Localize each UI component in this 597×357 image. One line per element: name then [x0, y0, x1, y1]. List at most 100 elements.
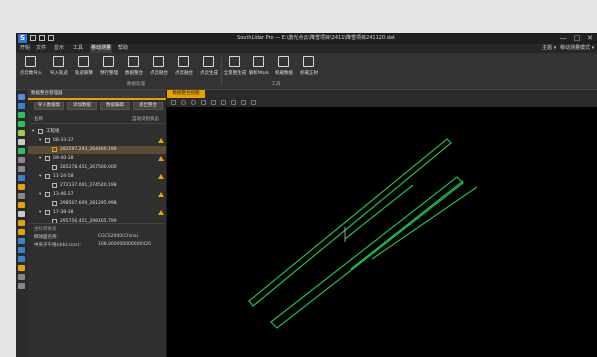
checkbox[interactable] — [45, 138, 50, 143]
shape-icon[interactable] — [18, 175, 25, 181]
region-icon[interactable] — [18, 229, 25, 235]
tab-viewer[interactable]: 数据整合视图 — [167, 90, 205, 98]
dataset-group[interactable]: ▾ 11-24-58 — [28, 173, 166, 181]
expand-arrow-icon[interactable]: ▾ — [39, 137, 41, 145]
document-icon[interactable] — [18, 211, 25, 217]
import-trajectory-button[interactable]: 导入轨迹 — [48, 55, 70, 79]
pointcloud-generate-button[interactable]: 点云生成 — [198, 55, 220, 79]
airborne-ortho-button[interactable]: 机载正射 — [298, 55, 320, 79]
edit-icon[interactable] — [18, 157, 25, 163]
expand-arrow-icon[interactable]: ▾ — [39, 173, 41, 181]
trajectory-line-3 — [350, 180, 464, 270]
checkbox[interactable] — [45, 174, 50, 179]
add-data-button[interactable]: 添加数据 — [67, 102, 97, 110]
save-icon[interactable] — [30, 35, 36, 41]
pencil-icon[interactable] — [171, 100, 176, 105]
checkbox[interactable] — [38, 129, 43, 134]
zoom-icon[interactable] — [201, 100, 206, 105]
chart-icon[interactable] — [18, 220, 25, 226]
checkbox[interactable] — [52, 201, 57, 206]
help-icon[interactable] — [18, 283, 25, 289]
fit-icon[interactable] — [241, 100, 246, 105]
model-icon[interactable] — [18, 265, 25, 271]
trajectory-solve-button[interactable]: 轨迹解算 — [73, 55, 95, 79]
layer-icon[interactable] — [18, 94, 25, 100]
parse-mark-button[interactable]: 解析Mark — [248, 55, 270, 79]
menu-start[interactable]: 开始 — [18, 44, 32, 53]
measure-icon[interactable] — [18, 112, 25, 118]
mode-dropdown[interactable]: 移动测量模式 ▾ — [560, 44, 594, 53]
title-bar: S SouthLidar Pro — E:\激光点云\降雪项目\2411\降雪项… — [16, 33, 597, 44]
trajectory-line-5 — [344, 184, 414, 240]
image-icon[interactable] — [18, 193, 25, 199]
menu-file[interactable]: 文件 — [34, 44, 48, 53]
checkbox[interactable] — [52, 165, 57, 170]
menu-display[interactable]: 显示 — [52, 44, 66, 53]
close-button[interactable]: ✕ — [583, 33, 597, 44]
pre-arrange-button[interactable]: 预行整理 — [98, 55, 120, 79]
app-logo: S — [18, 34, 27, 43]
filter-icon[interactable] — [18, 130, 25, 136]
expand-arrow-icon[interactable]: ▾ — [32, 128, 34, 136]
warning-icon — [158, 210, 164, 215]
tree-label: 11-24-58 — [53, 174, 74, 179]
checkbox[interactable] — [45, 156, 50, 161]
dataset-group[interactable]: ▾ 工程组 — [28, 128, 166, 136]
dataset-group[interactable]: ▾ 09-40-38 — [28, 155, 166, 163]
mesh-icon[interactable] — [18, 247, 25, 253]
tree-label: 282597.293_264460.198 — [60, 147, 117, 152]
edit-data-button[interactable]: 数据编辑 — [100, 102, 130, 110]
settings-icon[interactable] — [18, 274, 25, 280]
dataset-group[interactable]: ▾ 13-46-27 — [28, 191, 166, 199]
checkbox[interactable] — [52, 147, 57, 152]
select-circle-icon[interactable] — [181, 100, 186, 105]
grid-icon[interactable] — [18, 238, 25, 244]
theme-dropdown[interactable]: 主题 ▾ — [542, 44, 556, 53]
menu-help[interactable]: 帮助 — [116, 44, 130, 53]
pointcloud-fusion-button[interactable]: 点云融合 — [148, 55, 170, 79]
expand-arrow-icon[interactable]: ▾ — [39, 209, 41, 217]
classify-icon[interactable] — [18, 148, 25, 154]
view-icon[interactable] — [18, 103, 25, 109]
dataset-item[interactable]: 272137.001_274540.198 — [28, 182, 166, 190]
delete-icon[interactable] — [211, 100, 216, 105]
trajectory-canvas[interactable] — [167, 107, 597, 357]
pointcloud-viewport[interactable] — [167, 107, 597, 357]
dataset-item[interactable]: 285278.451_267500.000 — [28, 164, 166, 172]
import-dataset-button[interactable]: 导入数据集 — [34, 102, 64, 110]
minimize-button[interactable]: — — [556, 33, 570, 44]
dataset-item[interactable]: 298507.609_281295.998 — [28, 200, 166, 208]
select-icon[interactable] — [18, 121, 25, 127]
redo-icon[interactable] — [231, 100, 236, 105]
checkbox[interactable] — [45, 192, 50, 197]
rotate-icon[interactable] — [191, 100, 196, 105]
box-icon[interactable] — [18, 256, 25, 262]
package-icon[interactable] — [18, 202, 25, 208]
open-icon[interactable] — [39, 35, 45, 41]
menu-tools[interactable]: 工具 — [71, 44, 85, 53]
expand-arrow-icon[interactable]: ▾ — [39, 155, 41, 163]
import-pointcloud-button[interactable]: 点云数导入 — [20, 55, 42, 79]
folder-icon[interactable] — [18, 184, 25, 190]
trajectory-icon — [53, 56, 64, 67]
dataset-item[interactable]: 295756.451_298165.799 — [28, 218, 166, 226]
dataset-group[interactable]: ▾ 08-33-37 — [28, 137, 166, 145]
dataset-group[interactable]: ▾ 17-38-38 — [28, 209, 166, 217]
maximize-button[interactable]: □ — [570, 33, 584, 44]
airborne-data-button[interactable]: 机载数据 — [273, 55, 295, 79]
draw-icon[interactable] — [18, 166, 25, 172]
panorama-generate-button[interactable]: 全景图生成 — [224, 55, 246, 79]
dataset-item[interactable]: 282597.293_264460.198 — [28, 146, 166, 154]
undo-icon[interactable] — [221, 100, 226, 105]
exit-integration-button[interactable]: 退出整合 — [133, 102, 163, 110]
expand-arrow-icon[interactable]: ▾ — [39, 191, 41, 199]
new-icon[interactable] — [48, 35, 54, 41]
data-integration-button[interactable]: 数据整合 — [123, 55, 145, 79]
checkbox[interactable] — [52, 183, 57, 188]
section-icon[interactable] — [18, 139, 25, 145]
menu-mobile-mapping[interactable]: 移动测量 — [90, 44, 112, 53]
pointcloud-fusion2-button[interactable]: 点云融合 — [173, 55, 195, 79]
properties-header: 坐标转换系 — [34, 227, 57, 232]
export-icon[interactable] — [251, 100, 256, 105]
checkbox[interactable] — [45, 210, 50, 215]
